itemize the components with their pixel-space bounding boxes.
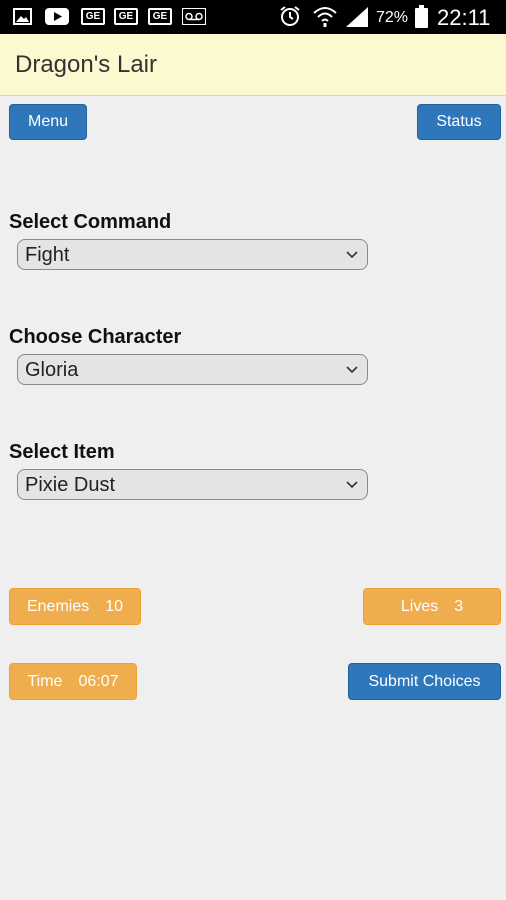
wifi-icon [313,7,337,27]
voicemail-icon [182,8,206,25]
character-select[interactable]: Gloria [17,354,368,385]
enemies-badge: Enemies 10 [9,588,141,625]
enemies-count: 10 [105,597,124,615]
chevron-down-icon [346,481,358,489]
item-select-value: Pixie Dust [25,474,116,496]
time-badge: Time 06:07 [9,663,137,700]
submit-choices-button[interactable]: Submit Choices [348,663,501,700]
image-icon [13,8,32,25]
ge-icon-text: GE [118,11,134,22]
youtube-icon [45,8,69,25]
clock: 22:11 [437,5,491,30]
command-label: Select Command [9,211,172,233]
ge-icon-text: GE [85,11,101,22]
enemies-label: Enemies [26,597,90,615]
ge-icon: GE [148,8,172,25]
item-label: Select Item [9,441,115,463]
lives-badge: Lives 3 [363,588,501,625]
lives-count: 3 [454,597,464,615]
status-bar: GE GE GE 72% 22:11 [0,0,506,34]
command-select[interactable]: Fight [17,239,368,270]
time-value: 06:07 [78,672,119,690]
app-bar: Dragon's Lair [0,34,506,96]
character-label: Choose Character [9,326,182,348]
chevron-down-icon [346,366,358,374]
item-select[interactable]: Pixie Dust [17,469,368,500]
battery-percent: 72% [376,9,409,26]
time-label: Time [27,672,63,690]
ge-icon-text: GE [152,11,168,22]
chevron-down-icon [346,251,358,259]
signal-icon [346,7,368,27]
character-select-value: Gloria [25,359,79,381]
status-button[interactable]: Status [417,104,501,140]
ge-icon: GE [81,8,105,25]
command-select-value: Fight [25,244,70,266]
alarm-icon [280,6,300,26]
ge-icon: GE [114,8,138,25]
battery-icon [415,5,428,28]
app-title: Dragon's Lair [15,51,157,78]
menu-button[interactable]: Menu [9,104,87,140]
lives-label: Lives [400,597,439,615]
